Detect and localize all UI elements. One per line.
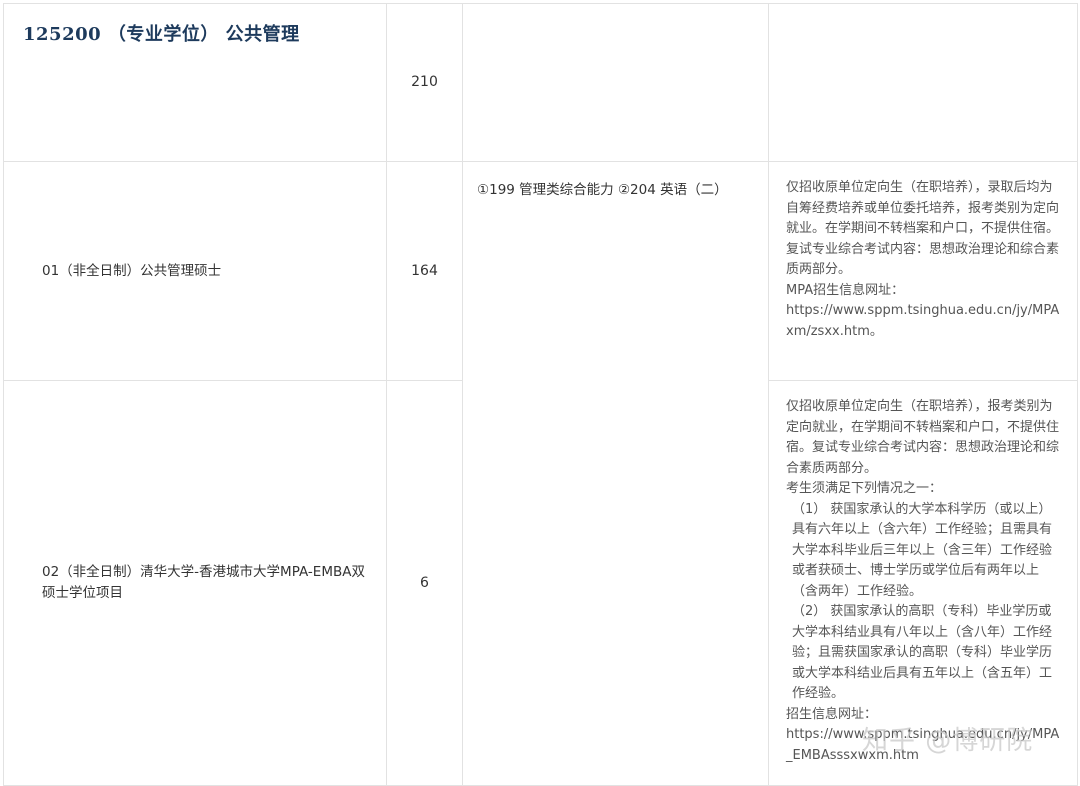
table-row-major: 125200 （专业学位） 公共管理 210 <box>3 3 1078 162</box>
major-title-cell: 125200 （专业学位） 公共管理 <box>3 3 387 162</box>
note-text: 复试专业综合考试内容：思想政治理论和综合素质两部分。 <box>786 241 1060 278</box>
direction-count: 164 <box>386 161 463 381</box>
note-text: （1） 获国家承认的大学本科学历（或以上）具有六年以上（含六年）工作经验；且需具… <box>792 501 1053 599</box>
direction-name: 01（非全日制）公共管理硕士 <box>3 161 387 381</box>
mpa-info-link[interactable]: https://www.sppm.tsinghua.edu.cn/jy/MPAx… <box>786 301 1063 342</box>
major-title: 125200 （专业学位） 公共管理 <box>23 24 300 45</box>
direction-notes: 仅招收原单位定向生（在职培养），录取后均为自筹经费培养或单位委托培养，报考类别为… <box>768 161 1078 381</box>
direction-notes: 仅招收原单位定向生（在职培养），报考类别为定向就业，在学期间不转档案和户口，不提… <box>768 380 1078 786</box>
major-note-cell <box>768 3 1078 162</box>
note-text: （2） 获国家承认的高职（专科）毕业学历或大学本科结业具有八年以上（含八年）工作… <box>792 604 1053 701</box>
note-text: 招生信息网址： <box>786 706 878 722</box>
exam-subjects: ①199 管理类综合能力 ②204 英语（二） <box>462 161 769 786</box>
major-exam-cell <box>462 3 769 162</box>
admissions-info-link[interactable]: https://www.sppm.tsinghua.edu.cn/jy/MPA_… <box>786 725 1063 766</box>
note-text: 仅招收原单位定向生（在职培养），录取后均为自筹经费培养或单位委托培养，报考类别为… <box>786 180 1060 236</box>
admissions-table: 125200 （专业学位） 公共管理 210 01（非全日制）公共管理硕士 16… <box>3 3 1078 786</box>
note-text: 考生须满足下列情况之一： <box>786 481 943 496</box>
direction-count: 6 <box>386 380 463 786</box>
table-row: 01（非全日制）公共管理硕士 164 ①199 管理类综合能力 ②204 英语（… <box>3 161 1078 786</box>
direction-name: 02（非全日制）清华大学-香港城市大学MPA-EMBA双硕士学位项目 <box>3 380 387 786</box>
note-text: 仅招收原单位定向生（在职培养），报考类别为定向就业，在学期间不转档案和户口，不提… <box>786 399 1060 476</box>
major-count: 210 <box>386 3 463 162</box>
note-text: MPA招生信息网址： <box>786 282 905 298</box>
